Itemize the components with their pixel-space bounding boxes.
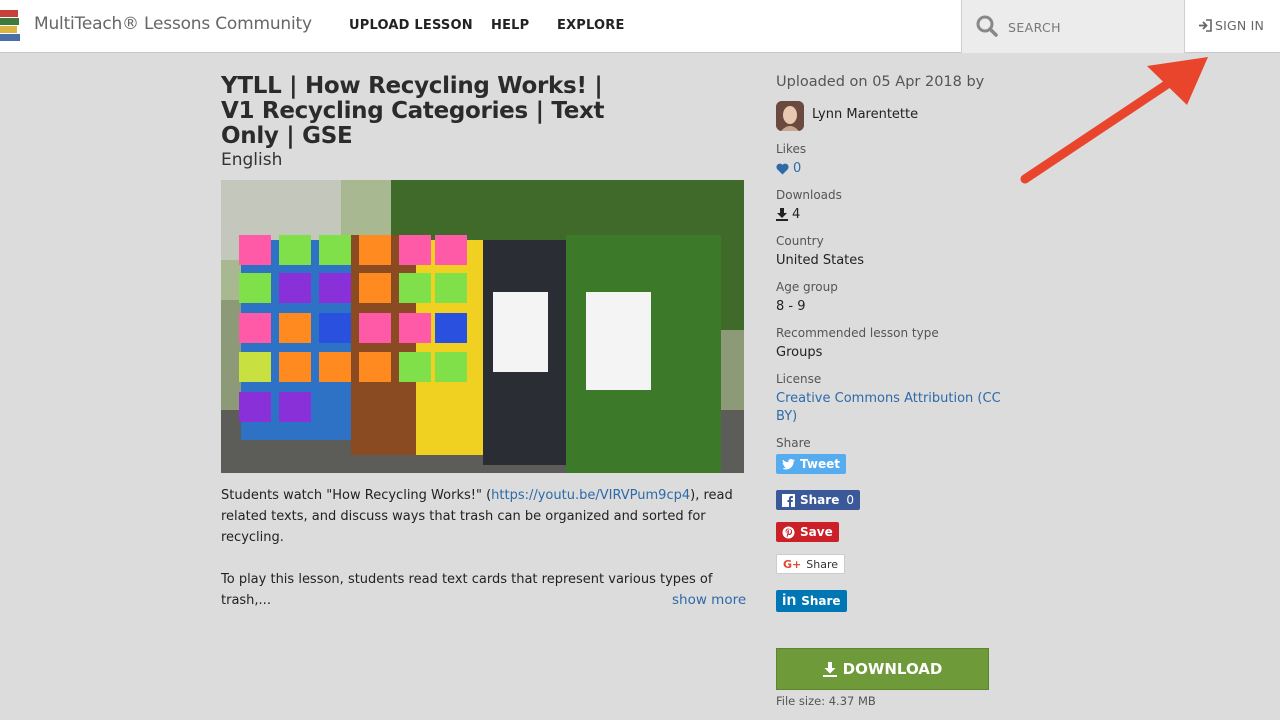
annotation-arrow [1020,57,1208,184]
download-label: DOWNLOAD [842,660,943,678]
pinterest-icon [782,526,795,538]
file-size: File size: 4.37 MB [776,694,876,708]
tweet-label: Tweet [800,457,840,471]
sign-in-link[interactable]: SIGN IN [1198,18,1264,33]
facebook-share-count: 0 [846,493,854,507]
upload-date: Uploaded on 05 Apr 2018 by [776,74,985,90]
search-icon[interactable] [976,15,998,37]
google-plus-share-button[interactable]: G+ Share [776,554,845,574]
description-text: Students watch "How Recycling Works!" ( [221,488,492,503]
license-link[interactable]: Creative Commons Attribution (CC BY) [776,390,1006,426]
likes-value[interactable]: 0 [776,161,801,176]
likes-count: 0 [793,161,802,176]
facebook-share-label: Share [800,493,840,507]
license-label: License [776,372,822,386]
tweet-button[interactable]: Tweet [776,454,846,474]
top-navigation-bar: MultiTeach® Lessons Community UPLOAD LES… [0,0,1280,53]
sign-in-label: SIGN IN [1215,18,1265,33]
downloads-count: 4 [792,207,801,222]
search-box[interactable] [961,0,1185,53]
downloads-label: Downloads [776,188,842,202]
linkedin-icon: in [782,592,797,609]
downloads-value: 4 [776,207,800,222]
lesson-title: YTLL | How Recycling Works! | V1 Recycli… [221,73,605,149]
share-label: Share [776,436,811,450]
facebook-icon [782,493,795,507]
lesson-type-value: Groups [776,345,823,360]
download-button[interactable]: DOWNLOAD [776,648,989,690]
books-logo-icon[interactable] [0,6,20,44]
lesson-language: English [221,150,283,170]
pinterest-save-label: Save [800,525,833,539]
linkedin-share-button[interactable]: in Share [776,590,847,612]
nav-help[interactable]: HELP [491,18,529,33]
search-input[interactable] [1008,14,1178,40]
nav-explore[interactable]: EXPLORE [557,18,625,33]
likes-label: Likes [776,142,807,156]
description-text-2: To play this lesson, students read text … [221,572,713,608]
nav-upload-lesson[interactable]: UPLOAD LESSON [349,18,473,33]
linkedin-share-label: Share [801,594,841,608]
heart-icon [776,163,789,174]
twitter-icon [782,458,795,469]
google-plus-icon: G+ [783,557,802,571]
download-icon [776,208,788,221]
lesson-description: Students watch "How Recycling Works!" (h… [221,485,744,632]
sign-in-icon [1199,19,1212,32]
site-brand[interactable]: MultiTeach® Lessons Community [34,14,312,34]
facebook-share-button[interactable]: Share 0 [776,490,860,510]
pinterest-save-button[interactable]: Save [776,522,839,542]
youtube-link[interactable]: https://youtu.be/VIRVPum9cp4 [491,488,690,503]
lesson-type-label: Recommended lesson type [776,326,939,340]
author-name[interactable]: Lynn Marentette [812,107,918,122]
country-value: United States [776,253,865,268]
recycling-bins-image [221,180,744,473]
google-plus-share-label: Share [806,557,838,571]
avatar[interactable] [776,101,804,131]
age-group-value: 8 - 9 [776,299,806,314]
country-label: Country [776,234,824,248]
lesson-thumbnail[interactable] [221,180,744,473]
show-more-link[interactable]: show more [672,592,746,608]
download-icon [822,661,837,677]
age-group-label: Age group [776,280,838,294]
